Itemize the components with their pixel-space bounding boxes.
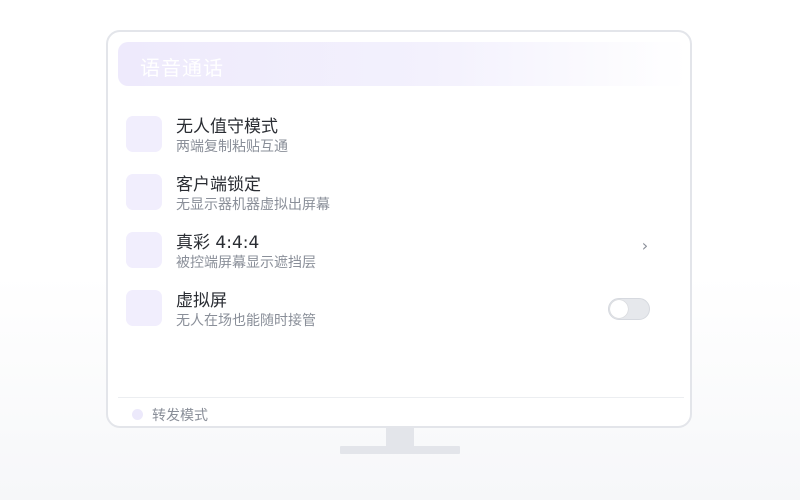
setting-title: 虚拟屏 <box>176 291 227 311</box>
monitor-stand-neck <box>386 428 414 446</box>
top-banner: 语音通话 <box>118 42 688 86</box>
setting-row-virtual-screen[interactable]: 虚拟屏 无人在场也能随时接管 <box>126 286 656 334</box>
setting-subtitle: 无显示器机器虚拟出屏幕 <box>176 197 330 213</box>
true-color-icon <box>126 232 162 268</box>
setting-subtitle: 无人在场也能随时接管 <box>176 313 316 329</box>
monitor-frame: 语音通话 无人值守模式 两端复制粘贴互通 客户端锁定 无显示器机器虚拟出屏幕 真… <box>106 30 692 428</box>
setting-title: 客户端锁定 <box>176 175 261 195</box>
forward-mode-label[interactable]: 转发模式 <box>152 405 208 425</box>
setting-row-unattended-mode[interactable]: 无人值守模式 两端复制粘贴互通 <box>126 112 656 160</box>
setting-title: 无人值守模式 <box>176 117 278 137</box>
banner-title: 语音通话 <box>140 56 224 80</box>
virtual-screen-toggle[interactable] <box>608 298 650 320</box>
client-lock-icon <box>126 174 162 210</box>
setting-subtitle: 被控端屏幕显示遮挡层 <box>176 255 316 271</box>
setting-subtitle: 两端复制粘贴互通 <box>176 139 288 155</box>
setting-title: 真彩 4:4:4 <box>176 233 260 253</box>
setting-row-true-color[interactable]: 真彩 4:4:4 被控端屏幕显示遮挡层 › <box>126 228 656 276</box>
monitor-stand-base <box>340 446 460 454</box>
chevron-right-icon[interactable]: › <box>637 236 653 256</box>
forward-mode-dot-icon <box>132 409 143 420</box>
setting-row-client-lock[interactable]: 客户端锁定 无显示器机器虚拟出屏幕 <box>126 170 656 218</box>
unattended-mode-icon <box>126 116 162 152</box>
footer-divider <box>118 397 684 398</box>
virtual-screen-icon <box>126 290 162 326</box>
toggle-knob <box>610 300 628 318</box>
